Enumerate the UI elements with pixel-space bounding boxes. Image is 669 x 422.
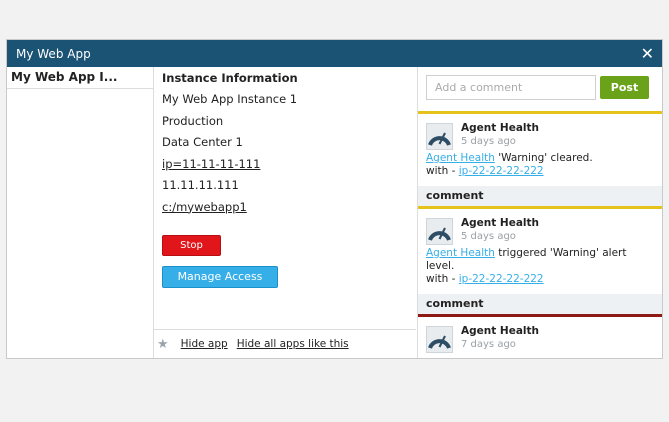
app-list-panel: My Web App I... [7, 67, 154, 358]
activity-time: 5 days ago [461, 136, 516, 147]
hide-app-link[interactable]: Hide app [181, 338, 228, 350]
activity-host-link[interactable]: ip-22-22-22-222 [459, 165, 544, 177]
instance-datacenter: Data Center 1 [162, 135, 243, 149]
instance-ip-link[interactable]: ip=11-11-11-111 [162, 157, 260, 171]
activity-source-link[interactable]: Agent Health [426, 152, 495, 164]
instance-heading: Instance Information [162, 71, 298, 85]
instance-environment: Production [162, 113, 224, 128]
panel-footer: ★ Hide app Hide all apps like this [154, 329, 416, 358]
activity-item: Agent Health 5 days ago Agent Health 'Wa… [418, 111, 662, 178]
post-button[interactable]: Post [600, 76, 649, 99]
comment-section-label: comment [418, 186, 662, 206]
app-list-item[interactable]: My Web App I... [7, 67, 153, 89]
activity-author: Agent Health [461, 325, 540, 337]
instance-name: My Web App Instance 1 [162, 92, 298, 106]
activity-panel: Add a comment Post Agent Health 5 days a… [417, 67, 662, 358]
manage-access-button[interactable]: Manage Access [162, 266, 278, 288]
agent-health-icon [426, 218, 453, 245]
activity-time: 7 days ago [461, 339, 516, 350]
activity-message: Agent Health 'Warning' cleared. with - ip… [426, 152, 593, 177]
activity-item: Agent Health 5 days ago Agent Health tri… [418, 206, 662, 286]
hide-all-apps-link[interactable]: Hide all apps like this [237, 338, 349, 350]
comment-bar: Add a comment Post [418, 67, 662, 111]
activity-time: 5 days ago [461, 231, 516, 242]
instance-path-link[interactable]: c:/mywebapp1 [162, 200, 247, 214]
title-bar: My Web App ✕ [7, 40, 662, 67]
comment-input[interactable]: Add a comment [426, 75, 596, 100]
activity-author: Agent Health [461, 122, 540, 134]
stop-button[interactable]: Stop [162, 235, 221, 256]
agent-health-icon [426, 326, 453, 353]
instance-info: Instance Information My Web App Instance… [154, 67, 416, 221]
app-window: My Web App ✕ My Web App I... Instance In… [6, 39, 663, 359]
window-body: My Web App I... Instance Information My … [7, 67, 662, 358]
activity-message: Agent Health triggered 'Warning' alert l… [426, 247, 627, 285]
window-title: My Web App [16, 46, 91, 61]
star-icon[interactable]: ★ [157, 337, 169, 352]
instance-ip: 11.11.11.111 [162, 178, 239, 192]
instance-panel: Instance Information My Web App Instance… [154, 67, 416, 358]
activity-author: Agent Health [461, 217, 540, 229]
activity-source-link[interactable]: Agent Health [426, 247, 495, 259]
agent-health-icon [426, 123, 453, 150]
activity-host-link[interactable]: ip-22-22-22-222 [459, 273, 544, 285]
comment-section-label: comment [418, 294, 662, 314]
close-icon[interactable]: ✕ [641, 45, 654, 62]
activity-item: Agent Health 7 days ago [418, 314, 662, 353]
